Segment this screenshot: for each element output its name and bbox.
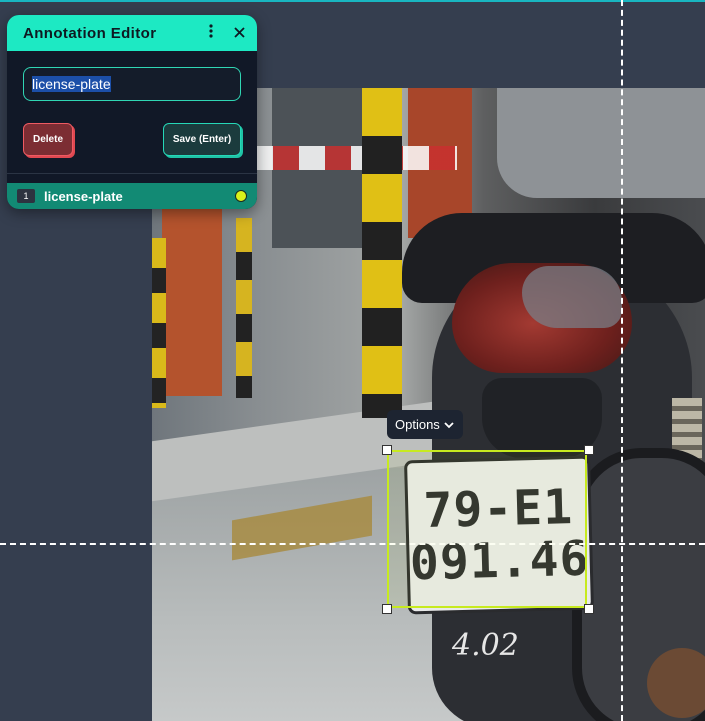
editor-title: Annotation Editor: [23, 24, 157, 42]
resize-handle-bottom-right[interactable]: [584, 604, 594, 614]
photo-pole: [152, 238, 166, 408]
annotation-index: 1: [17, 189, 35, 203]
editor-header[interactable]: Annotation Editor: [7, 15, 257, 51]
photo-light-cover: [522, 266, 622, 328]
more-vertical-icon[interactable]: [197, 24, 225, 42]
photo-rider: [497, 88, 705, 198]
photo-barrier-gate: [247, 146, 457, 170]
options-label: Options: [395, 417, 440, 432]
resize-handle-bottom-left[interactable]: [382, 604, 392, 614]
annotation-color-dot: [235, 190, 247, 202]
photo-pole: [236, 218, 252, 398]
annotation-editor-panel: Annotation Editor license-plate Delete S…: [7, 15, 257, 209]
delete-button[interactable]: Delete: [23, 123, 73, 156]
top-accent-line: [0, 0, 705, 2]
chevron-down-icon: [444, 421, 454, 428]
annotation-list-item[interactable]: 1 license-plate: [7, 183, 257, 209]
resize-handle-top-left[interactable]: [382, 445, 392, 455]
photo-orange-column: [162, 206, 222, 396]
label-input[interactable]: license-plate: [23, 67, 241, 101]
photo-striped-pole: [362, 88, 402, 418]
options-button[interactable]: Options: [387, 410, 463, 439]
crosshair-horizontal: [0, 543, 705, 545]
save-button[interactable]: Save (Enter): [163, 123, 241, 156]
bounding-box[interactable]: [387, 450, 587, 608]
annotation-label: license-plate: [44, 188, 123, 204]
close-icon[interactable]: [225, 24, 253, 42]
crosshair-vertical: [621, 0, 623, 721]
resize-handle-top-right[interactable]: [584, 445, 594, 455]
handwritten-mark: 4.02: [452, 628, 519, 663]
label-input-selected-text: license-plate: [32, 76, 111, 92]
divider: [7, 173, 257, 174]
